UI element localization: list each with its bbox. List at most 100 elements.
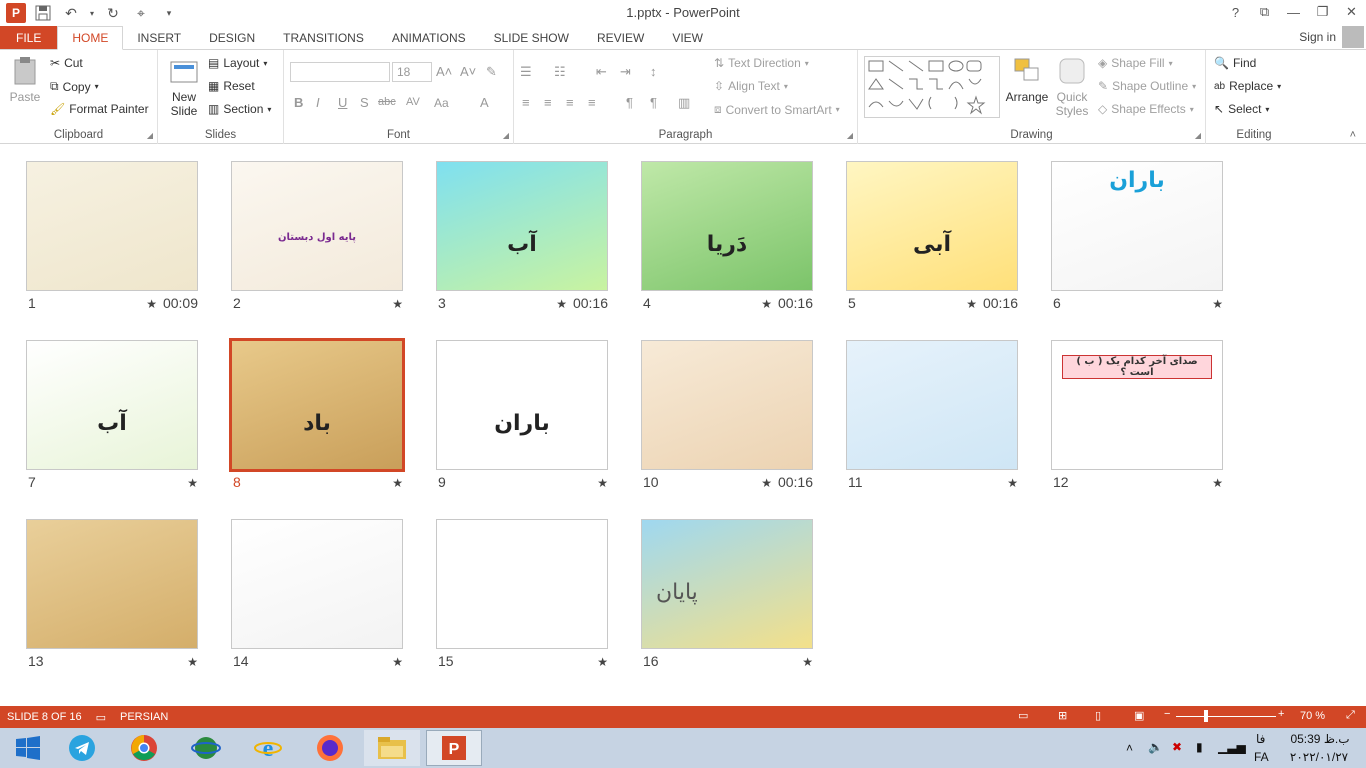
slide-transition-indicator[interactable]: ★ [108,653,198,669]
zoom-slider-thumb[interactable] [1204,710,1208,722]
align-right-icon[interactable]: ≡ [566,95,574,110]
rtl-icon[interactable]: ¶ [650,95,657,110]
shape-effects-button[interactable]: ◇ Shape Effects ▾ [1098,102,1194,116]
undo-dropdown-icon[interactable]: ▾ [88,3,96,23]
download-manager-taskbar-button[interactable] [178,730,234,766]
clock-time[interactable]: 05:39 ب.ظ [1290,732,1350,746]
start-button[interactable] [0,730,56,766]
slide-transition-indicator[interactable]: ★ 00:16 [723,474,813,490]
reading-view-icon[interactable]: ▯ [1095,709,1101,722]
undo-icon[interactable]: ↶ [60,3,82,23]
slide-transition-indicator[interactable]: ★ 00:16 [928,295,1018,311]
zoom-in-icon[interactable]: + [1278,708,1284,720]
find-button[interactable]: 🔍 Find [1214,56,1256,70]
slide-counter[interactable]: SLIDE 8 OF 16 [0,711,89,723]
increase-indent-icon[interactable]: ⇥ [620,64,631,80]
network-error-icon[interactable]: ✖ [1172,740,1182,754]
battery-icon[interactable]: ▮ [1196,740,1203,754]
input-lang-fa-alt[interactable]: فا [1256,732,1265,746]
animation-star-icon[interactable]: ★ [1007,476,1018,490]
animation-star-icon[interactable]: ★ [761,297,772,311]
language-indicator[interactable]: PERSIAN [113,711,175,723]
shadow-button[interactable]: S [360,95,369,110]
ltr-icon[interactable]: ¶ [626,95,633,110]
tab-transitions[interactable]: TRANSITIONS [269,26,378,49]
slide-thumbnail[interactable]: پایه اول دبستان [231,161,403,291]
justify-icon[interactable]: ≡ [588,95,596,110]
clipboard-launcher-icon[interactable]: ◢ [147,131,153,140]
select-button[interactable]: ↖ Select ▾ [1214,102,1269,116]
decrease-indent-icon[interactable]: ⇤ [596,64,607,80]
animation-star-icon[interactable]: ★ [1212,297,1223,311]
change-case-button[interactable]: Aa [434,96,449,110]
input-lang[interactable]: FA [1254,750,1269,764]
telegram-taskbar-button[interactable] [54,730,110,766]
section-button[interactable]: ▥ Section ▾ [208,102,271,116]
animation-star-icon[interactable]: ★ [392,655,403,669]
line-spacing-icon[interactable]: ↕ [650,64,657,79]
tab-file[interactable]: FILE [0,26,58,49]
animation-star-icon[interactable]: ★ [1212,476,1223,490]
slide-transition-indicator[interactable]: ★ [313,653,403,669]
animation-star-icon[interactable]: ★ [392,297,403,311]
powerpoint-logo-icon[interactable]: P [6,3,26,23]
signal-icon[interactable]: ▁▃▅ [1218,740,1246,754]
increase-font-icon[interactable]: A˄ [436,64,452,79]
avatar[interactable] [1342,26,1364,48]
slide-thumbnail[interactable]: باران [436,340,608,470]
slide-transition-indicator[interactable]: ★ [518,474,608,490]
slide-thumbnail[interactable] [436,519,608,649]
slide-transition-indicator[interactable]: ★ 00:09 [108,295,198,311]
char-spacing-button[interactable]: AV [406,96,420,108]
normal-view-icon[interactable]: ▭ [1018,709,1028,722]
slide-thumbnail[interactable] [641,340,813,470]
shape-fill-button[interactable]: ◈ Shape Fill ▾ [1098,56,1173,70]
clock-date[interactable]: ۲۰۲۲/۰۱/۲۷ [1286,750,1352,764]
slide-thumbnail[interactable] [231,519,403,649]
collapse-ribbon-icon[interactable]: ˄ [1350,129,1356,141]
file-explorer-taskbar-button[interactable] [364,730,420,766]
italic-button[interactable]: I [316,95,320,110]
zoom-slider[interactable] [1176,710,1276,722]
redo-icon[interactable]: ↻ [102,3,124,23]
shape-outline-button[interactable]: ✎ Shape Outline ▾ [1098,79,1196,93]
animation-star-icon[interactable]: ★ [392,476,403,490]
slide-thumbnail[interactable]: دَریا [641,161,813,291]
columns-icon[interactable]: ▥ [678,95,690,111]
font-name-combo[interactable] [290,62,390,82]
bold-button[interactable]: B [294,95,303,110]
maximize-icon[interactable]: ❐ [1308,0,1337,24]
slide-thumbnail[interactable]: پایان [641,519,813,649]
quick-styles-button[interactable]: Quick Styles [1052,56,1092,118]
align-center-icon[interactable]: ≡ [544,95,552,110]
chrome-taskbar-button[interactable] [116,730,172,766]
slide-thumbnail[interactable] [846,340,1018,470]
font-size-combo[interactable]: 18 [392,62,432,82]
volume-icon[interactable]: 🔈 [1148,740,1163,754]
cut-button[interactable]: ✂ Cut [50,56,83,70]
slide-transition-indicator[interactable]: ★ [928,474,1018,490]
slide-transition-indicator[interactable]: ★ [313,295,403,311]
save-icon[interactable] [32,3,54,23]
clear-format-icon[interactable]: ✎ [486,64,497,80]
align-text-button[interactable]: ⇳ Align Text ▾ [714,79,788,93]
slide-transition-indicator[interactable]: ★ [518,653,608,669]
tab-home[interactable]: HOME [57,26,124,50]
slide-thumbnail[interactable]: آب [436,161,608,291]
slideshow-view-icon[interactable]: ▣ [1134,709,1144,722]
fit-slide-icon[interactable]: ⤢ [1346,709,1355,722]
slide-thumbnail[interactable] [26,161,198,291]
new-slide-button[interactable]: New Slide [164,56,204,118]
slide-thumbnail[interactable]: باد [229,338,405,472]
font-color-button[interactable]: A [480,95,489,110]
slide-transition-indicator[interactable]: ★ [313,474,403,490]
animation-star-icon[interactable]: ★ [187,655,198,669]
tab-insert[interactable]: INSERT [123,26,195,49]
slide-transition-indicator[interactable]: ★ [108,474,198,490]
numbering-icon[interactable]: ☷ [554,64,566,80]
animation-star-icon[interactable]: ★ [146,297,157,311]
font-launcher-icon[interactable]: ◢ [503,131,509,140]
animation-star-icon[interactable]: ★ [597,655,608,669]
slide-transition-indicator[interactable]: ★ [1133,474,1223,490]
underline-button[interactable]: U [338,95,347,110]
